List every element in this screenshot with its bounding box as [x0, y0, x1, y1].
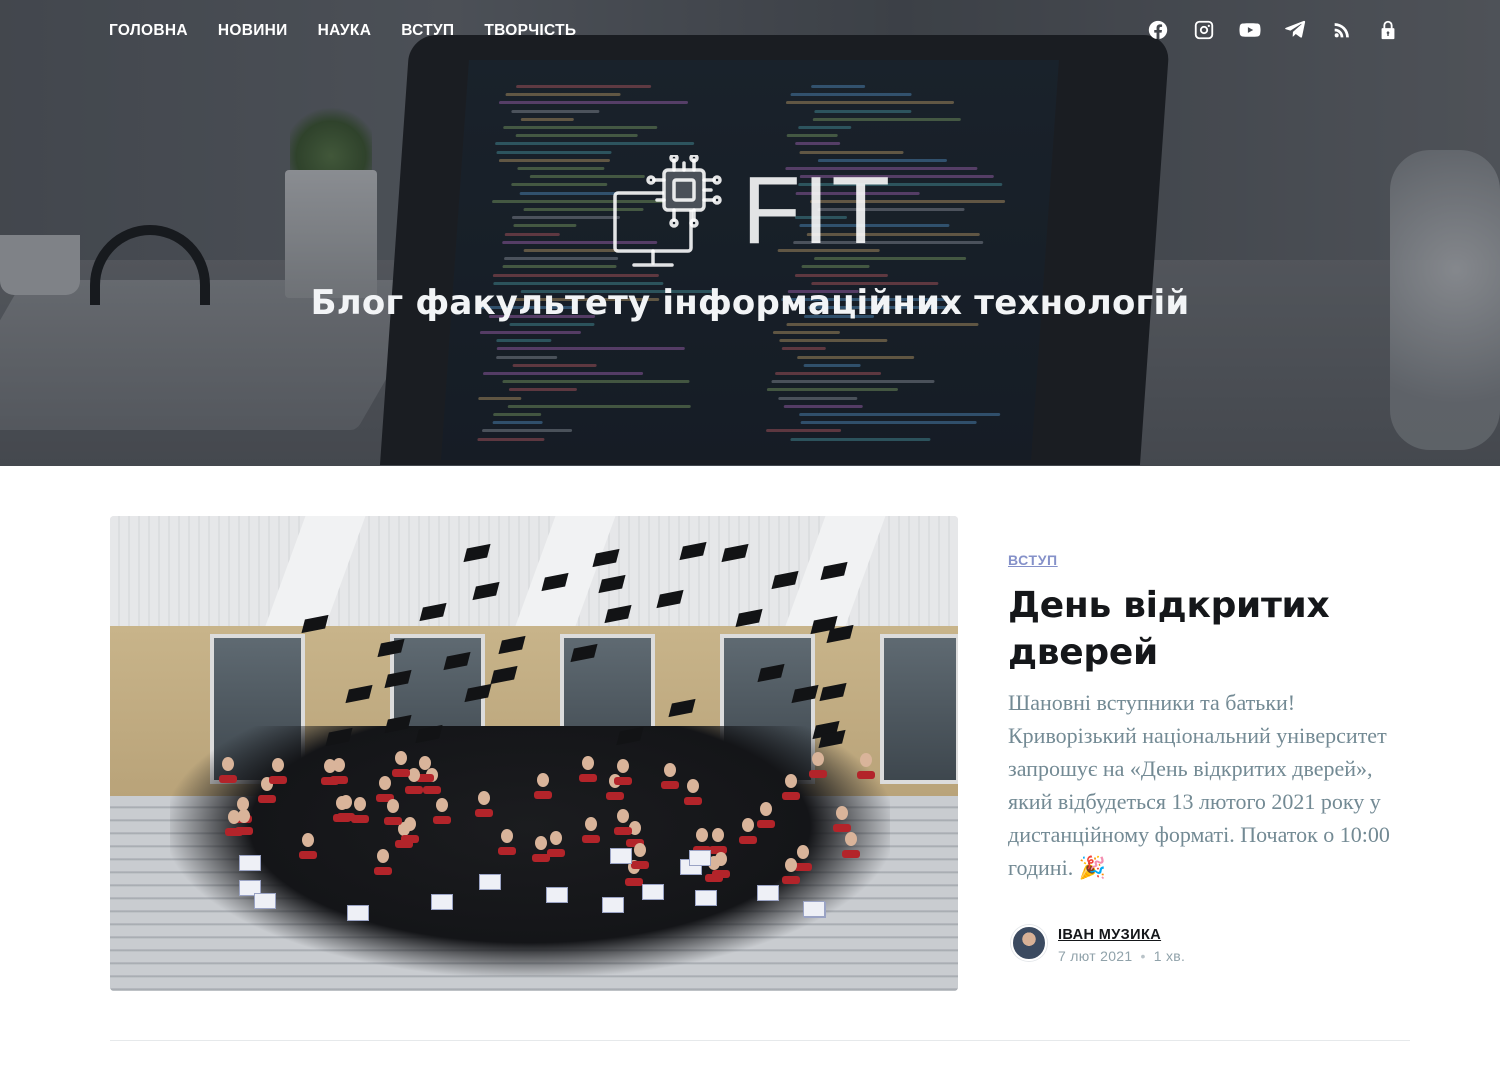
rss-icon[interactable]: [1330, 18, 1354, 42]
site-logo[interactable]: FIT: [612, 155, 892, 275]
nav-item-science[interactable]: Наука: [318, 22, 372, 42]
nav-item-admission[interactable]: Вступ: [401, 22, 454, 42]
site-header: Головна Новини Наука Вступ Творчість: [0, 0, 1500, 466]
post-feature-image[interactable]: [110, 516, 958, 991]
author-name[interactable]: Іван Музика: [1058, 927, 1161, 943]
author-avatar[interactable]: [1011, 925, 1047, 961]
lock-icon[interactable]: [1376, 18, 1400, 42]
post-date: 7 лют 2021: [1058, 948, 1133, 964]
post-divider: [110, 1040, 1410, 1041]
chip-monitor-icon: [613, 155, 722, 267]
post-tag[interactable]: Вступ: [1008, 552, 1058, 568]
site-tagline: Блог факультету інформаційних технологій: [310, 283, 1190, 323]
facebook-icon[interactable]: [1146, 18, 1170, 42]
social-links: [1146, 18, 1400, 42]
nav-item-news[interactable]: Новини: [218, 22, 288, 42]
youtube-icon[interactable]: [1238, 18, 1262, 42]
post-title: День відкритих дверей: [1008, 585, 1330, 673]
logo-text: FIT: [742, 157, 892, 264]
telegram-icon[interactable]: [1284, 18, 1308, 42]
meta-separator: •: [1140, 948, 1146, 964]
post-excerpt: Шановні вступники та батьки! Криворізьки…: [1008, 690, 1390, 880]
instagram-icon[interactable]: [1192, 18, 1216, 42]
reading-time: 1 хв.: [1153, 948, 1186, 964]
nav-item-home[interactable]: Головна: [109, 22, 188, 42]
post-byline: Іван Музика 7 лют 2021 • 1 хв.: [1008, 920, 1408, 964]
nav-item-creativity[interactable]: Творчість: [484, 22, 576, 42]
post-meta: 7 лют 2021 • 1 хв.: [1058, 948, 1185, 964]
main-nav: Головна Новини Наука Вступ Творчість: [109, 22, 576, 42]
